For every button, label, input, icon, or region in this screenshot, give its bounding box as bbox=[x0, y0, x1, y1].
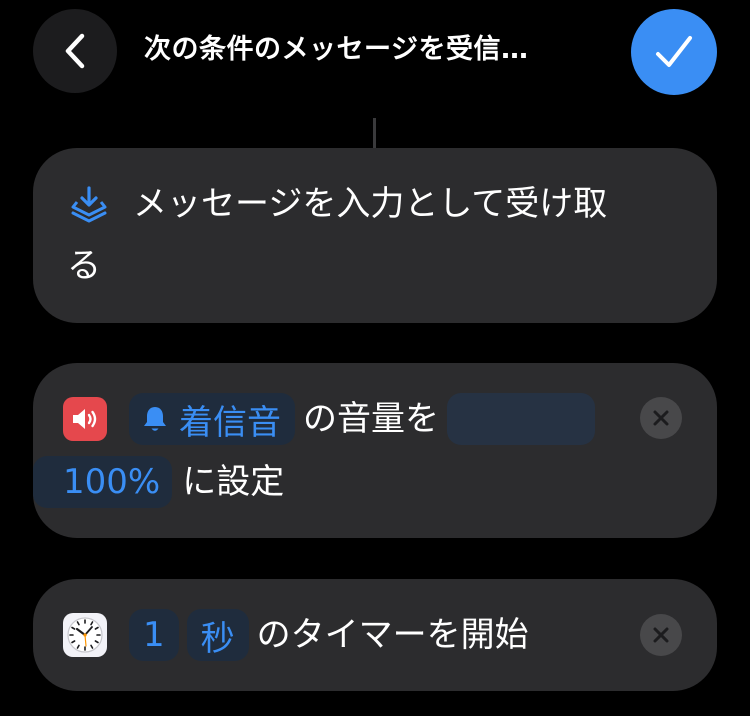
page-title[interactable]: 次の条件のメッセージを受信… bbox=[144, 28, 614, 72]
bell-icon bbox=[144, 407, 166, 431]
volume-value-token[interactable]: 100% bbox=[33, 456, 173, 508]
back-button[interactable] bbox=[33, 9, 117, 93]
action-label: メッセージを入力として受け取 bbox=[133, 184, 608, 224]
action-set-volume[interactable]: 着信音 の音量を 100% に設定 bbox=[33, 363, 717, 538]
close-icon bbox=[653, 627, 669, 643]
clear-button[interactable] bbox=[640, 397, 682, 439]
action-text: の音量を bbox=[303, 399, 439, 439]
volume-slider-token[interactable] bbox=[447, 393, 595, 445]
action-text: のタイマーを開始 bbox=[256, 615, 529, 655]
volume-type-token[interactable]: 着信音 bbox=[129, 393, 295, 445]
done-button[interactable] bbox=[631, 9, 717, 95]
action-start-timer[interactable]: 1 秒 のタイマーを開始 bbox=[33, 579, 717, 691]
timer-amount-token[interactable]: 1 bbox=[129, 609, 179, 661]
clear-button[interactable] bbox=[640, 614, 682, 656]
shortcut-editor: 次の条件のメッセージを受信… メッセージを入力として受け取 る 着信音 の音量を… bbox=[0, 0, 750, 716]
action-receive-input[interactable]: メッセージを入力として受け取 る bbox=[33, 148, 717, 323]
tray-download-icon bbox=[67, 182, 111, 226]
volume-type-label: 着信音 bbox=[179, 402, 281, 443]
clock-icon bbox=[63, 613, 107, 657]
chevron-left-icon bbox=[65, 33, 85, 69]
action-text: に設定 bbox=[182, 462, 285, 502]
action-label-continued: る bbox=[67, 246, 101, 286]
checkmark-icon bbox=[656, 36, 692, 67]
close-icon bbox=[653, 410, 669, 426]
speaker-volume-icon bbox=[63, 397, 107, 441]
flow-connector bbox=[373, 118, 376, 148]
timer-unit-token[interactable]: 秒 bbox=[186, 609, 249, 661]
